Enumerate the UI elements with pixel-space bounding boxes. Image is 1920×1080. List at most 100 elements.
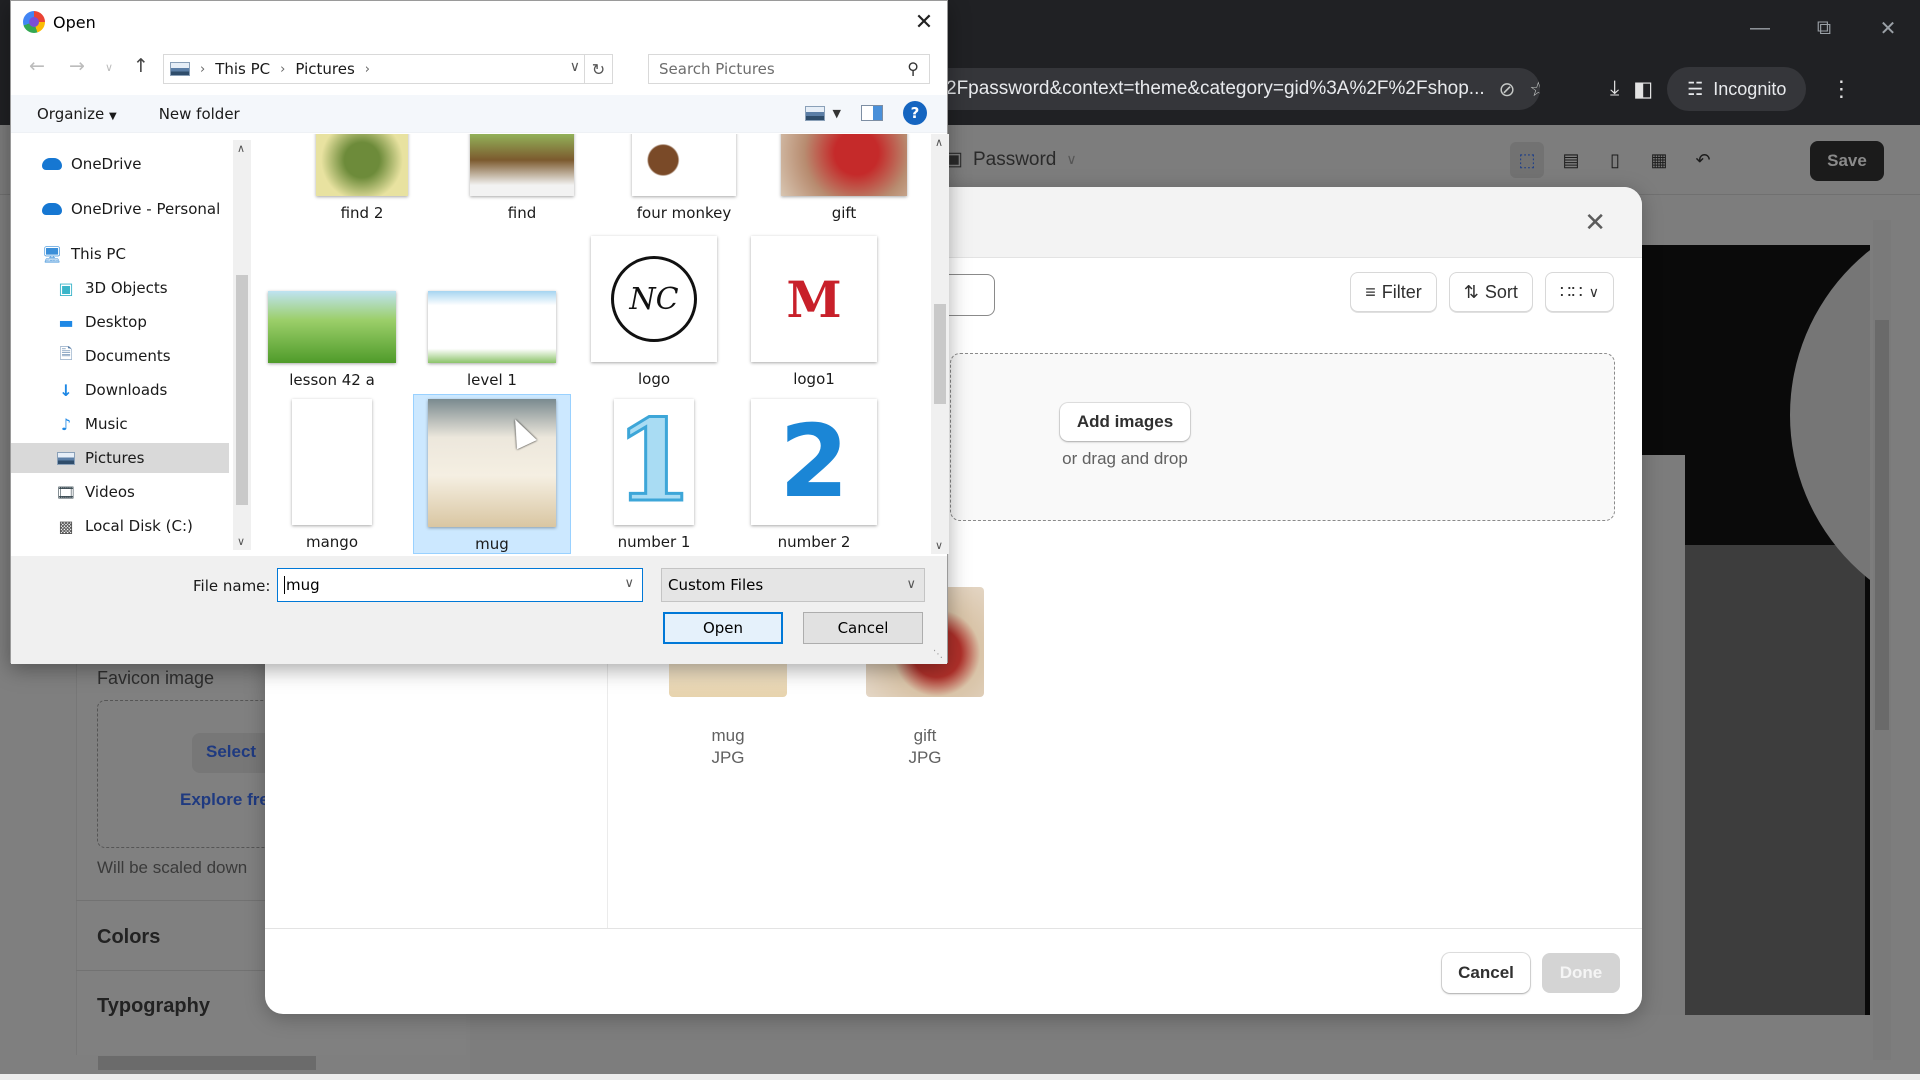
nav-item-local-disk[interactable]: ▩ Local Disk (C:) bbox=[11, 511, 229, 541]
save-button[interactable]: Save bbox=[1810, 141, 1884, 181]
breadcrumb[interactable]: › This PC › Pictures › ∨ ↻ bbox=[163, 54, 613, 84]
breadcrumb-this-pc[interactable]: This PC bbox=[215, 60, 270, 78]
file-item[interactable]: mango bbox=[253, 399, 411, 551]
cancel-button[interactable]: Cancel bbox=[803, 612, 923, 644]
file-item[interactable]: M logo1 bbox=[735, 236, 893, 388]
fullscreen-icon[interactable]: ▦ bbox=[1642, 142, 1676, 178]
file-item[interactable]: 1 number 1 bbox=[575, 399, 733, 551]
file-thumbnail bbox=[632, 134, 736, 196]
undo-icon[interactable]: ↶ bbox=[1686, 142, 1720, 178]
up-arrow-icon[interactable]: ↑ bbox=[133, 55, 149, 77]
view-tools: ▼ ? bbox=[804, 101, 927, 125]
scroll-down-icon[interactable]: ∨ bbox=[935, 539, 943, 552]
favicon-label: Favicon image bbox=[97, 668, 215, 688]
file-list-scrollbar[interactable]: ∧ ∨ bbox=[931, 134, 949, 554]
open-button[interactable]: Open bbox=[663, 612, 783, 644]
taskbar-strip bbox=[0, 1074, 1920, 1080]
help-icon[interactable]: ? bbox=[903, 101, 927, 125]
file-item[interactable]: four monkey bbox=[605, 134, 763, 222]
file-item[interactable]: level 1 bbox=[413, 291, 571, 389]
nav-item-onedrive-personal[interactable]: OneDrive - Personal bbox=[11, 194, 229, 224]
search-input[interactable]: Search Pictures ⚲ bbox=[648, 54, 930, 84]
preview-scrollbar[interactable] bbox=[1873, 220, 1891, 1060]
nav-item-documents[interactable]: 🗎 Documents bbox=[11, 341, 229, 371]
breadcrumb-pictures[interactable]: Pictures bbox=[295, 60, 354, 78]
chevron-down-icon[interactable]: ∨ bbox=[570, 59, 580, 75]
file-type-select[interactable]: Custom Files ∨ bbox=[661, 568, 925, 602]
caret-down-icon[interactable]: ▼ bbox=[833, 107, 841, 120]
resize-grip-icon[interactable]: ⋱ bbox=[933, 649, 943, 660]
filter-button[interactable]: ≡ Filter bbox=[1350, 272, 1437, 312]
side-panel-icon[interactable]: ◧ bbox=[1633, 77, 1653, 102]
chevron-right-icon: › bbox=[200, 61, 206, 77]
nav-item-3d-objects[interactable]: ▣ 3D Objects bbox=[11, 273, 229, 303]
scroll-down-icon[interactable]: ∨ bbox=[237, 535, 245, 548]
file-item[interactable]: NC logo bbox=[575, 236, 733, 388]
minimize-icon[interactable]: — bbox=[1728, 0, 1792, 56]
nav-scrollbar[interactable]: ∧ ∨ bbox=[233, 140, 251, 550]
file-item[interactable]: 2 number 2 bbox=[735, 399, 893, 551]
favicon-explore-link[interactable]: Explore fre bbox=[180, 790, 269, 810]
image-dropzone[interactable] bbox=[950, 353, 1615, 521]
picker-cancel-button[interactable]: Cancel bbox=[1442, 953, 1530, 993]
nav-item-music[interactable]: ♪ Music bbox=[11, 409, 229, 439]
browser-actions: ⤓ ◧ ☵ Incognito ⋮ bbox=[1610, 67, 1852, 111]
view-toggle-button[interactable]: ∷∷ ∨ bbox=[1544, 272, 1614, 312]
dialog-close-icon[interactable]: ✕ bbox=[901, 1, 947, 43]
close-icon[interactable]: ✕ bbox=[1584, 207, 1606, 238]
mobile-icon[interactable]: ▯ bbox=[1598, 142, 1632, 178]
address-bar[interactable]: 2Fpassword&context=theme&category=gid%3A… bbox=[940, 68, 1540, 110]
file-item[interactable]: find 2 bbox=[283, 134, 441, 222]
chevron-down-icon[interactable]: ∨ bbox=[624, 576, 634, 591]
inspect-icon[interactable]: ⬚ bbox=[1510, 142, 1544, 178]
download-icon[interactable]: ⤓ bbox=[1610, 77, 1619, 101]
incognito-button[interactable]: ☵ Incognito bbox=[1667, 67, 1807, 111]
search-icon[interactable]: ⚲ bbox=[907, 59, 919, 78]
film-icon: 🎞 bbox=[55, 482, 77, 502]
nav-item-videos[interactable]: 🎞 Videos bbox=[11, 477, 229, 507]
computer-icon: 🖥 bbox=[41, 244, 63, 264]
scroll-up-icon[interactable]: ∧ bbox=[935, 136, 943, 149]
sort-button[interactable]: ⇅ Sort bbox=[1448, 272, 1533, 312]
eye-off-icon[interactable]: ⊘ bbox=[1499, 77, 1516, 102]
drag-drop-hint: or drag and drop bbox=[1062, 449, 1188, 468]
organize-button[interactable]: Organize ▼ bbox=[37, 105, 117, 123]
template-select[interactable]: ▣ Password ∨ bbox=[945, 148, 1077, 171]
nav-item-desktop[interactable]: ▬ Desktop bbox=[11, 307, 229, 337]
file-item[interactable]: lesson 42 a bbox=[253, 291, 411, 389]
add-images-button[interactable]: Add images bbox=[1060, 403, 1190, 441]
new-folder-button[interactable]: New folder bbox=[159, 105, 240, 123]
nav-item-onedrive[interactable]: OneDrive bbox=[11, 149, 229, 179]
scroll-up-icon[interactable]: ∧ bbox=[237, 142, 245, 155]
nav-item-pictures[interactable]: Pictures bbox=[11, 443, 229, 473]
kebab-menu-icon[interactable]: ⋮ bbox=[1830, 76, 1852, 102]
file-name-input[interactable]: mug ∨ bbox=[277, 568, 643, 602]
download-arrow-icon: ↓ bbox=[59, 380, 73, 400]
forward-arrow-icon[interactable]: → bbox=[69, 55, 85, 77]
window-close-icon[interactable]: ✕ bbox=[1856, 0, 1920, 56]
dialog-titlebar: Open bbox=[11, 1, 947, 43]
chevron-right-icon: › bbox=[280, 61, 286, 77]
recent-dropdown-icon[interactable]: ∨ bbox=[105, 61, 113, 74]
refresh-icon[interactable]: ↻ bbox=[584, 55, 612, 83]
picker-done-button[interactable]: Done bbox=[1542, 953, 1620, 993]
nav-item-downloads[interactable]: ↓ Downloads bbox=[11, 375, 229, 405]
nav-item-this-pc[interactable]: 🖥 This PC bbox=[11, 239, 229, 269]
back-arrow-icon[interactable]: ← bbox=[29, 55, 45, 77]
drive-icon: ▩ bbox=[58, 516, 74, 536]
horizontal-scrollbar[interactable] bbox=[76, 1054, 446, 1072]
restore-icon[interactable]: ⧉ bbox=[1792, 0, 1856, 56]
typography-section[interactable]: Typography bbox=[97, 995, 210, 1018]
file-thumbnail bbox=[781, 134, 907, 196]
colors-section[interactable]: Colors bbox=[97, 926, 160, 949]
file-item[interactable]: find bbox=[443, 134, 601, 222]
change-view-icon[interactable] bbox=[804, 105, 825, 121]
chevron-down-icon: ∨ bbox=[906, 577, 916, 592]
file-item[interactable]: gift bbox=[765, 134, 921, 222]
file-name: lesson 42 a bbox=[289, 371, 375, 389]
preview-pane-icon[interactable] bbox=[861, 105, 883, 121]
desktop-icon[interactable]: ▤ bbox=[1554, 142, 1588, 178]
desktop-folder-icon: ▬ bbox=[58, 312, 74, 332]
file-item[interactable]: mug bbox=[413, 394, 571, 554]
filter-label: Filter bbox=[1381, 281, 1422, 302]
